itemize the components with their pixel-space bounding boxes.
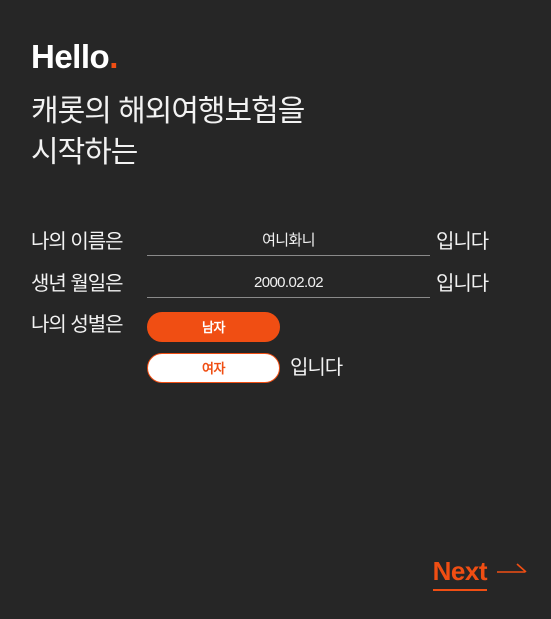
gender-row-female: 여자 입니다 <box>0 348 551 388</box>
greeting-block: Hello. <box>31 38 118 75</box>
birthdate-suffix: 입니다 <box>436 273 489 295</box>
birthdate-label: 생년 월일은 <box>31 273 124 295</box>
gender-option-female[interactable]: 여자 <box>147 353 280 383</box>
next-button[interactable]: Next <box>432 555 527 591</box>
page-headline: 캐롯의 해외여행보험을 시작하는 <box>31 95 305 169</box>
hello-text: Hello <box>31 38 110 75</box>
name-suffix: 입니다 <box>436 231 489 253</box>
next-underline <box>432 589 487 591</box>
hello-dot: . <box>109 38 118 75</box>
arrow-right-icon <box>497 563 527 577</box>
gender-row-male: 나의 성별은 남자 <box>0 306 551 348</box>
next-label: Next <box>432 555 488 586</box>
birthdate-row: 생년 월일은 2000.02.02 입니다 <box>0 256 551 298</box>
hello-heading: Hello. <box>31 38 118 75</box>
gender-label: 나의 성별은 <box>31 314 124 336</box>
birthdate-input[interactable]: 2000.02.02 <box>147 274 430 298</box>
signup-screen: Hello. 캐롯의 해외여행보험을 시작하는 나의 이름은 여니화니 입니다 … <box>0 0 551 619</box>
birthdate-value: 2000.02.02 <box>253 274 324 291</box>
name-row: 나의 이름은 여니화니 입니다 <box>0 214 551 256</box>
gender-option-male[interactable]: 남자 <box>147 312 280 342</box>
gender-suffix: 입니다 <box>290 357 343 379</box>
name-label: 나의 이름은 <box>31 231 124 253</box>
name-input[interactable]: 여니화니 <box>147 232 430 256</box>
signup-form: 나의 이름은 여니화니 입니다 생년 월일은 2000.02.02 입니다 나의… <box>0 214 551 388</box>
name-value: 여니화니 <box>262 232 315 249</box>
next-label-wrap: Next <box>432 555 488 591</box>
